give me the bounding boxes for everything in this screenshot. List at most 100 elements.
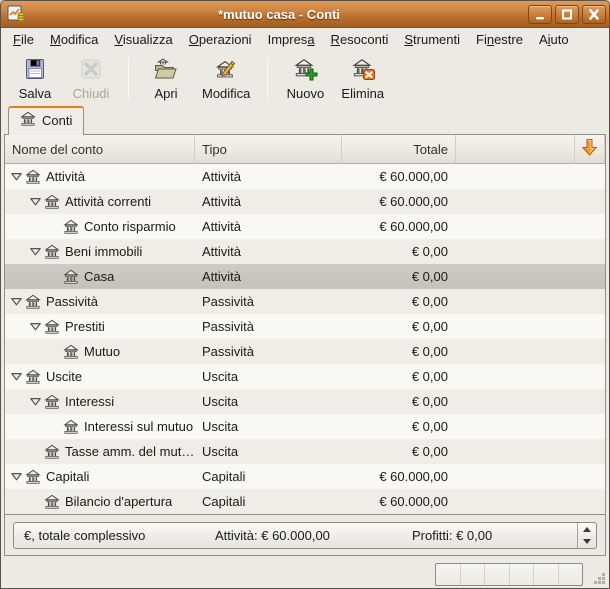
tab-label: Conti [42, 113, 72, 128]
expander-open-icon[interactable] [9, 294, 24, 309]
table-row[interactable]: AttivitàAttività€ 60.000,00 [5, 164, 605, 189]
progress-segment [534, 564, 559, 585]
row-end-cell [575, 414, 605, 439]
tab-conti[interactable]: Conti [8, 106, 84, 135]
column-header-account-name[interactable]: Nome del conto [5, 135, 195, 163]
table-row[interactable]: Attività correntiAttività€ 60.000,00 [5, 189, 605, 214]
account-name: Passività [46, 294, 98, 309]
column-header-type[interactable]: Tipo [195, 135, 342, 163]
expander-open-icon[interactable] [28, 194, 43, 209]
toolbar-modifica-button[interactable]: Modifica [194, 55, 258, 103]
expander-open-icon[interactable] [9, 169, 24, 184]
row-filler-cell [456, 464, 575, 489]
minimize-button[interactable] [528, 5, 552, 24]
account-type-cell: Attività [195, 264, 342, 289]
table-row[interactable]: CasaAttività€ 0,00 [5, 264, 605, 289]
menu-operazioni[interactable]: Operazioni [181, 30, 260, 50]
table-row[interactable]: Interessi sul mutuoUscita€ 0,00 [5, 414, 605, 439]
menu-file[interactable]: File [5, 30, 42, 50]
menu-visualizza[interactable]: Visualizza [106, 30, 180, 50]
close-button[interactable] [582, 5, 606, 24]
table-row[interactable]: Tasse amm. del mutuoUscita€ 0,00 [5, 439, 605, 464]
open-account-icon [153, 57, 179, 84]
progress-segment [559, 564, 583, 585]
menu-impresa[interactable]: Impresa [260, 30, 323, 50]
menu-resoconti[interactable]: Resoconti [323, 30, 397, 50]
column-header-filler[interactable] [456, 135, 575, 163]
row-filler-cell [456, 164, 575, 189]
account-name: Casa [84, 269, 114, 284]
account-type-cell: Uscita [195, 439, 342, 464]
menu-finestre[interactable]: Finestre [468, 30, 531, 50]
titlebar[interactable]: *mutuo casa - Conti [1, 1, 609, 28]
menu-aiuto[interactable]: Aiuto [531, 30, 577, 50]
toolbar-button-label: Salva [19, 86, 52, 101]
column-label: Totale [413, 142, 448, 157]
row-filler-cell [456, 339, 575, 364]
account-total-cell: € 0,00 [342, 439, 456, 464]
table-row[interactable]: Bilancio d'aperturaCapitali€ 60.000,00 [5, 489, 605, 514]
toolbar-apri-button[interactable]: Apri [138, 55, 194, 103]
expander-open-icon[interactable] [9, 469, 24, 484]
table-row[interactable]: PrestitiPassività€ 0,00 [5, 314, 605, 339]
maximize-button[interactable] [555, 5, 579, 24]
table-row[interactable]: MutuoPassività€ 0,00 [5, 339, 605, 364]
window-title: *mutuo casa - Conti [30, 7, 528, 22]
row-end-cell [575, 289, 605, 314]
row-end-cell [575, 164, 605, 189]
row-end-cell [575, 389, 605, 414]
account-type-cell: Attività [195, 239, 342, 264]
menu-strumenti[interactable]: Strumenti [396, 30, 468, 50]
bank-icon [44, 194, 60, 210]
account-name: Beni immobili [65, 244, 142, 259]
row-end-cell [575, 264, 605, 289]
account-type-cell: Passività [195, 339, 342, 364]
expander-open-icon[interactable] [28, 244, 43, 259]
resize-grip-icon[interactable] [593, 572, 606, 585]
account-type-cell: Attività [195, 164, 342, 189]
account-total-cell: € 60.000,00 [342, 489, 456, 514]
account-name-cell: Interessi [5, 389, 195, 414]
account-name-cell: Casa [5, 264, 195, 289]
column-header-sort[interactable] [575, 135, 605, 163]
bank-icon [63, 344, 79, 360]
table-row[interactable]: Conto risparmioAttività€ 60.000,00 [5, 214, 605, 239]
row-filler-cell [456, 389, 575, 414]
table-row[interactable]: PassivitàPassività€ 0,00 [5, 289, 605, 314]
tree-header: Nome del conto Tipo Totale [5, 135, 605, 164]
spinner-down-button[interactable] [578, 536, 596, 549]
account-type-cell: Attività [195, 189, 342, 214]
bank-icon [63, 219, 79, 235]
close-x-icon [79, 57, 103, 84]
expander-open-icon[interactable] [9, 369, 24, 384]
toolbar-button-label: Apri [154, 86, 177, 101]
row-end-cell [575, 439, 605, 464]
table-row[interactable]: UsciteUscita€ 0,00 [5, 364, 605, 389]
table-row[interactable]: CapitaliCapitali€ 60.000,00 [5, 464, 605, 489]
toolbar-separator [267, 58, 268, 100]
account-total-cell: € 60.000,00 [342, 464, 456, 489]
account-total-cell: € 0,00 [342, 364, 456, 389]
spinner-up-button[interactable] [578, 523, 596, 536]
toolbar-elimina-button[interactable]: Elimina [333, 55, 392, 103]
table-row[interactable]: InteressiUscita€ 0,00 [5, 389, 605, 414]
bank-icon [44, 319, 60, 335]
tab-strip: Conti [1, 106, 609, 134]
menu-modifica[interactable]: Modifica [42, 30, 106, 50]
gnucash-app-icon [6, 4, 26, 24]
expander-open-icon[interactable] [28, 394, 43, 409]
toolbar-salva-button[interactable]: Salva [7, 55, 63, 103]
row-filler-cell [456, 189, 575, 214]
account-total-cell: € 60.000,00 [342, 214, 456, 239]
column-header-total[interactable]: Totale [342, 135, 456, 163]
account-total-cell: € 0,00 [342, 314, 456, 339]
table-row[interactable]: Beni immobiliAttività€ 0,00 [5, 239, 605, 264]
bank-icon [44, 394, 60, 410]
column-label: Tipo [202, 142, 227, 157]
expander-open-icon[interactable] [28, 319, 43, 334]
row-filler-cell [456, 364, 575, 389]
row-filler-cell [456, 239, 575, 264]
account-name-cell: Prestiti [5, 314, 195, 339]
toolbar-nuovo-button[interactable]: Nuovo [277, 55, 333, 103]
account-total-cell: € 0,00 [342, 389, 456, 414]
